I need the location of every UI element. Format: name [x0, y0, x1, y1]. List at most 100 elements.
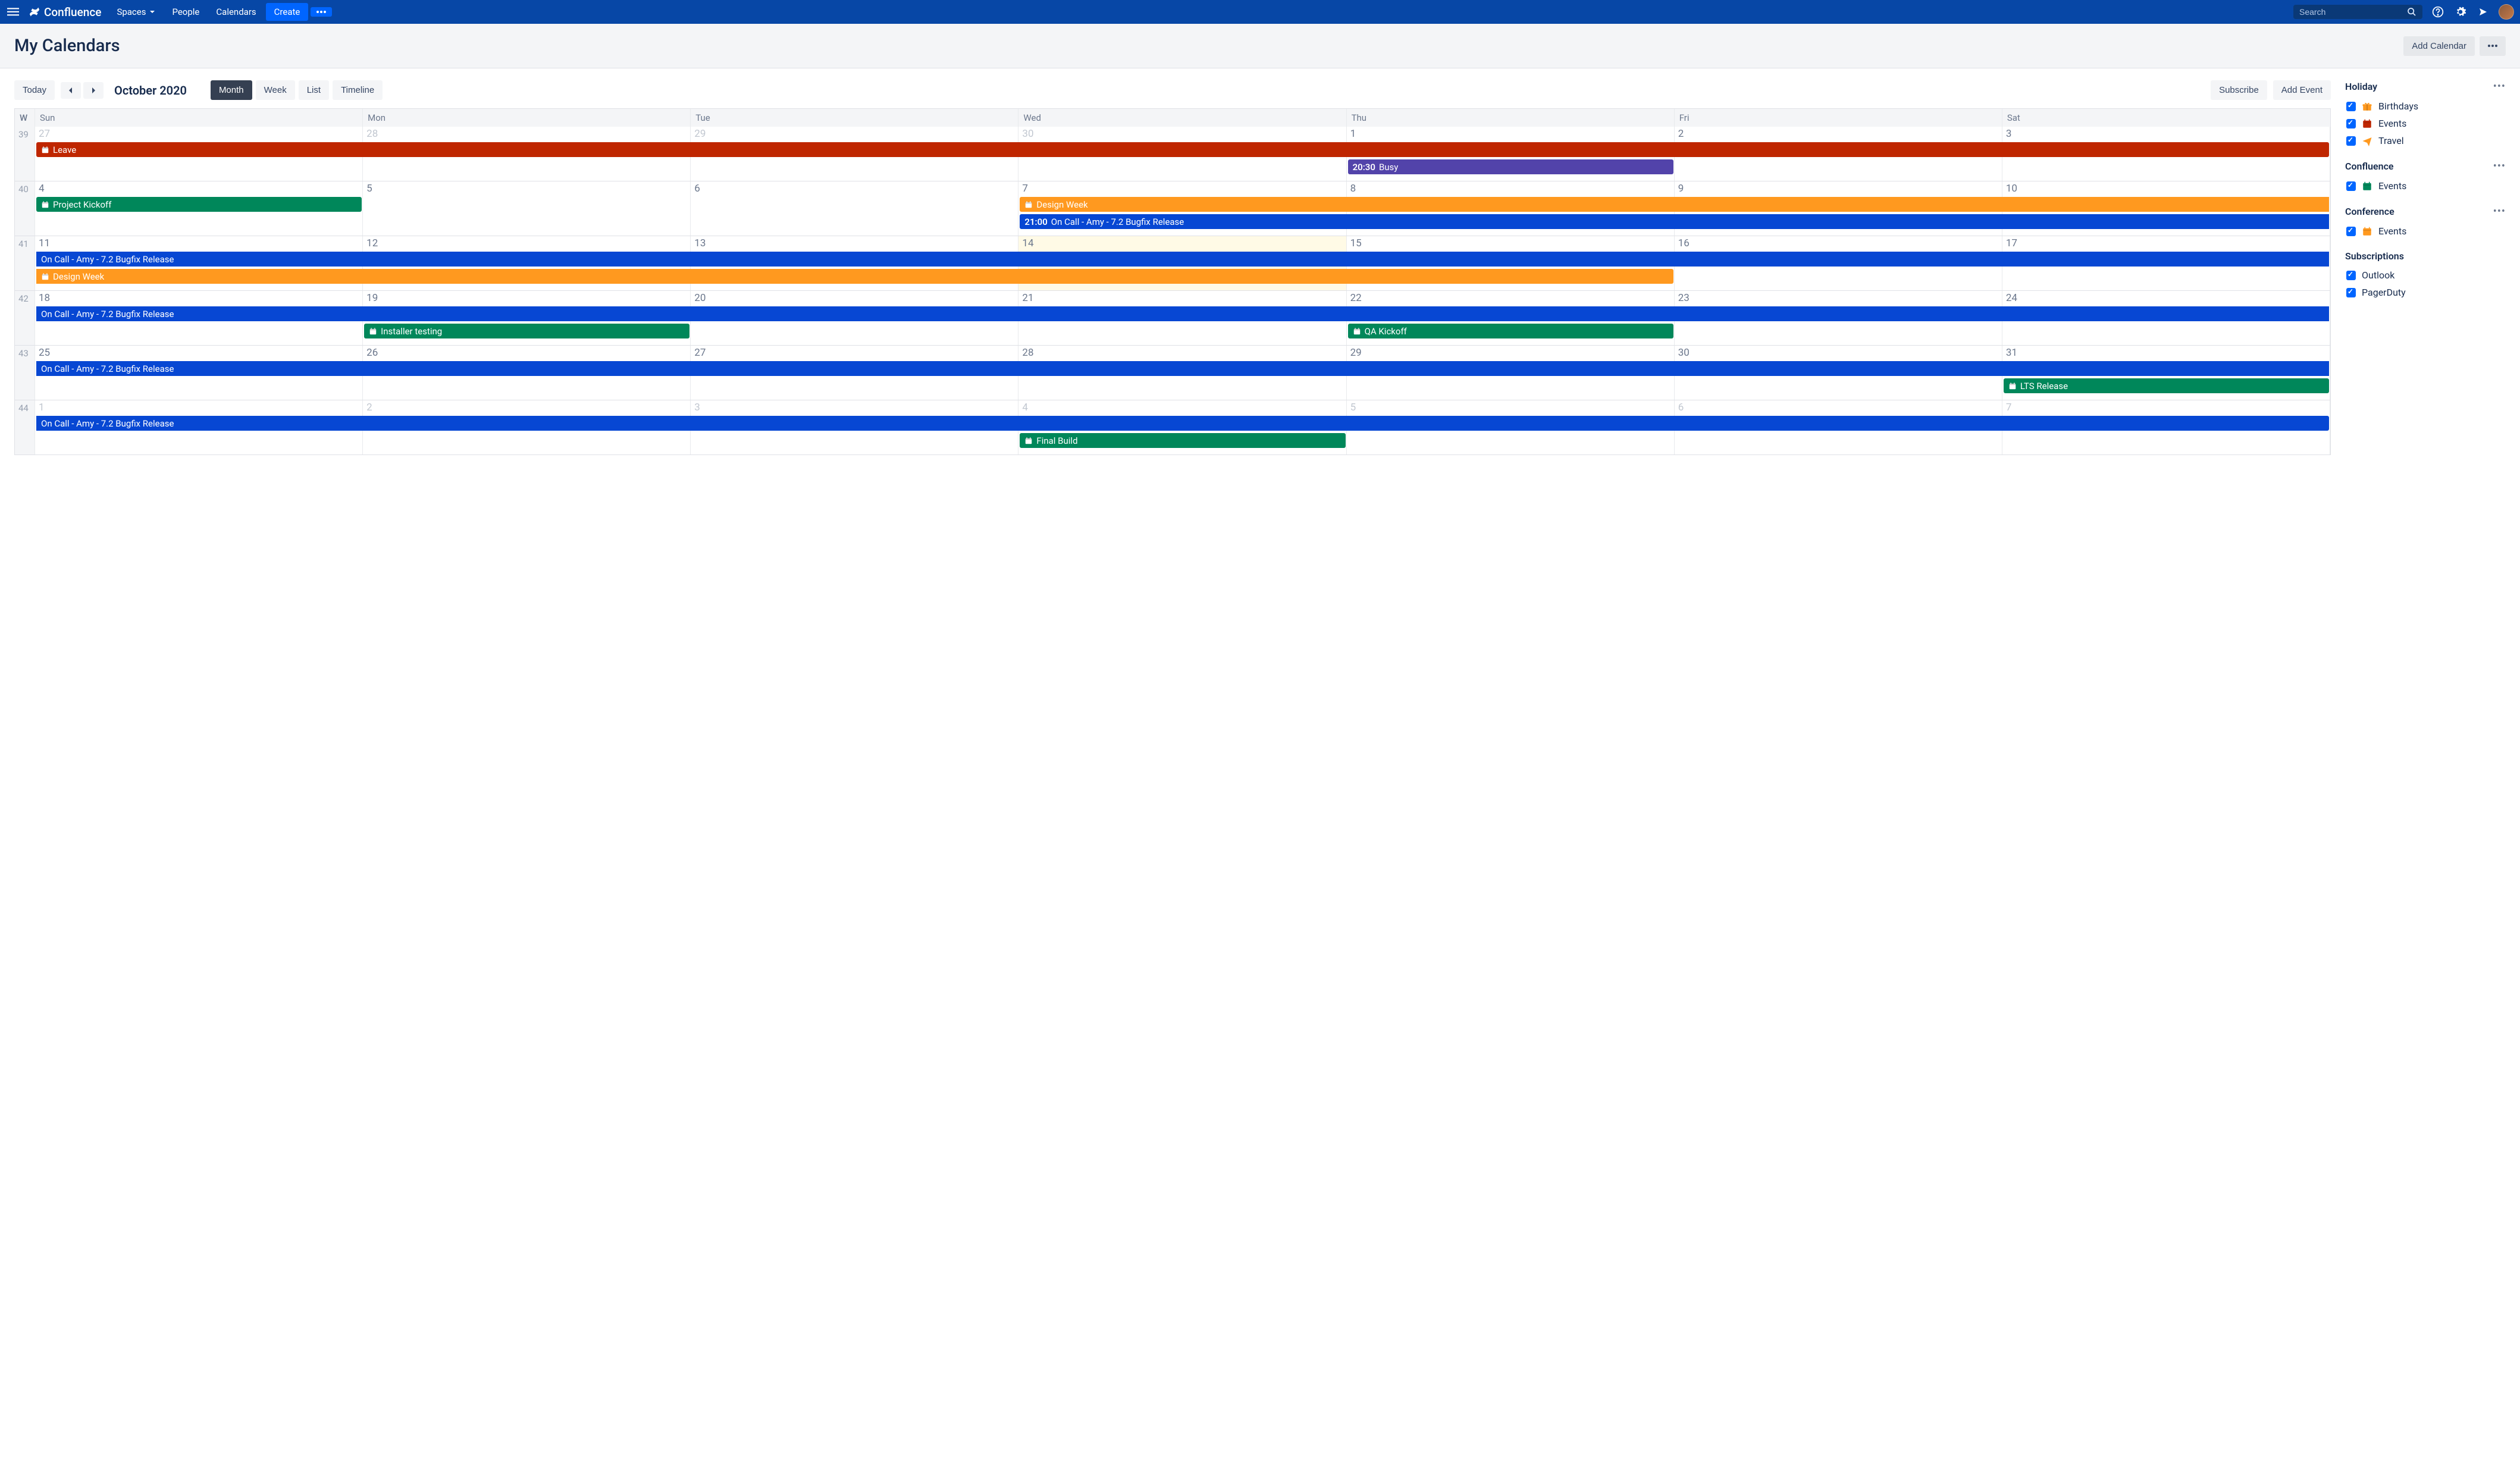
- sidebar-calendar-item[interactable]: Outlook: [2345, 267, 2506, 284]
- day-number: 11: [39, 239, 359, 249]
- calendar-icon: [2008, 382, 2017, 390]
- sidebar-section-title: Conference: [2345, 206, 2394, 217]
- sidebar-calendar-item[interactable]: Events: [2345, 115, 2506, 132]
- sidebar-section: Confluence••• Events: [2345, 160, 2506, 195]
- calendar-visibility-checkbox[interactable]: [2346, 288, 2356, 297]
- day-number: 9: [1678, 184, 1998, 194]
- calendar-label: Events: [2378, 118, 2406, 129]
- add-event-button[interactable]: Add Event: [2273, 80, 2331, 100]
- calendar-icon: [1353, 327, 1361, 336]
- sidebar-calendar-item[interactable]: Birthdays: [2345, 98, 2506, 115]
- view-list[interactable]: List: [299, 80, 329, 100]
- more-button[interactable]: [311, 7, 332, 17]
- plane-icon: [2362, 136, 2372, 146]
- view-week[interactable]: Week: [256, 80, 295, 100]
- prev-button[interactable]: [61, 82, 81, 99]
- calendar-event[interactable]: Leave: [36, 142, 2329, 157]
- nav-people[interactable]: People: [165, 3, 206, 21]
- next-button[interactable]: [83, 82, 104, 99]
- calendar-event[interactable]: LTS Release: [2004, 378, 2329, 393]
- notifications-icon[interactable]: [2476, 5, 2490, 19]
- day-number: 15: [1350, 239, 1670, 249]
- settings-icon[interactable]: [2453, 5, 2468, 19]
- calendar-event[interactable]: Project Kickoff: [36, 197, 362, 212]
- calendar-visibility-checkbox[interactable]: [2346, 271, 2356, 280]
- day-number: 23: [1678, 293, 1998, 303]
- today-button[interactable]: Today: [14, 80, 55, 100]
- calendar-event[interactable]: Final Build: [1020, 433, 1345, 448]
- calendar-event[interactable]: QA Kickoff: [1348, 324, 1673, 338]
- day-number: 29: [1350, 348, 1670, 358]
- calendar-event[interactable]: 20:30 Busy: [1348, 159, 1673, 174]
- sidebar-calendar-item[interactable]: PagerDuty: [2345, 284, 2506, 301]
- day-number: 28: [1022, 348, 1342, 358]
- day-number: 22: [1350, 293, 1670, 303]
- view-timeline[interactable]: Timeline: [333, 80, 383, 100]
- calendar-event[interactable]: 21:00 On Call - Amy - 7.2 Bugfix Release: [1020, 214, 2329, 229]
- day-number: 7: [2006, 403, 2326, 413]
- sidebar-calendar-item[interactable]: Travel: [2345, 132, 2506, 149]
- calendar-event[interactable]: On Call - Amy - 7.2 Bugfix Release: [36, 252, 2329, 267]
- calendar-visibility-checkbox[interactable]: [2346, 102, 2356, 111]
- brand-text: Confluence: [44, 5, 101, 19]
- confluence-logo[interactable]: Confluence: [23, 5, 107, 19]
- gift-icon: [2362, 101, 2372, 112]
- calendar-label: Events: [2378, 225, 2406, 237]
- week-number: 44: [15, 400, 35, 454]
- search-icon: [2407, 7, 2416, 17]
- day-number: 2: [1678, 129, 1998, 139]
- calendar-visibility-checkbox[interactable]: [2346, 136, 2356, 146]
- add-calendar-button[interactable]: Add Calendar: [2403, 36, 2475, 56]
- section-menu-button[interactable]: •••: [2493, 160, 2506, 173]
- day-header: Tue: [691, 109, 1018, 127]
- day-number: 12: [366, 239, 687, 249]
- calendar-event[interactable]: On Call - Amy - 7.2 Bugfix Release: [36, 416, 2329, 431]
- subscribe-button[interactable]: Subscribe: [2211, 80, 2267, 100]
- calendar-label: Outlook: [2362, 269, 2394, 281]
- header-more-button[interactable]: [2480, 36, 2506, 56]
- calendar-icon: [41, 146, 49, 154]
- day-cell[interactable]: 5: [363, 181, 691, 236]
- sidebar-section: Conference ••• Events: [2345, 205, 2506, 240]
- chevron-down-icon: [149, 9, 155, 15]
- calendar-toolbar: Today October 2020 Month Week List Timel…: [14, 80, 2331, 100]
- calendar-event[interactable]: On Call - Amy - 7.2 Bugfix Release: [36, 306, 2329, 321]
- user-avatar[interactable]: [2499, 4, 2514, 20]
- sidebar-calendar-item[interactable]: Events: [2345, 222, 2506, 240]
- sidebar-calendar-item[interactable]: Events: [2345, 177, 2506, 195]
- view-month[interactable]: Month: [211, 80, 252, 100]
- section-menu-button[interactable]: •••: [2493, 205, 2506, 218]
- calendar-visibility-checkbox[interactable]: [2346, 181, 2356, 191]
- day-cell[interactable]: 6: [691, 181, 1018, 236]
- calendar-event[interactable]: Design Week: [36, 269, 1673, 284]
- nav-calendars[interactable]: Calendars: [209, 3, 263, 21]
- calendar-event[interactable]: Installer testing: [364, 324, 689, 338]
- week-number: 41: [15, 236, 35, 290]
- day-number: 30: [1022, 129, 1342, 139]
- top-nav: Confluence Spaces People Calendars Creat…: [0, 0, 2520, 24]
- calendar-event[interactable]: On Call - Amy - 7.2 Bugfix Release: [36, 361, 2329, 376]
- nav-spaces[interactable]: Spaces: [109, 3, 162, 21]
- search-input[interactable]: [2299, 7, 2407, 17]
- week-number: 42: [15, 291, 35, 345]
- help-icon[interactable]: [2431, 5, 2445, 19]
- create-button[interactable]: Create: [266, 3, 309, 21]
- calendar-week-row: 441234567On Call - Amy - 7.2 Bugfix Rele…: [14, 400, 2331, 455]
- day-number: 3: [694, 403, 1014, 413]
- calendar-visibility-checkbox[interactable]: [2346, 227, 2356, 236]
- search-box[interactable]: [2293, 5, 2422, 19]
- day-number: 21: [1022, 293, 1342, 303]
- menu-icon[interactable]: [6, 5, 20, 19]
- calendar-week-row: 3927282930123Leave20:30 Busy: [14, 127, 2331, 181]
- current-month-label: October 2020: [114, 83, 187, 98]
- day-header: Sat: [2002, 109, 2330, 127]
- day-number: 7: [1022, 184, 1342, 194]
- calendar-visibility-checkbox[interactable]: [2346, 119, 2356, 128]
- section-menu-button[interactable]: •••: [2493, 80, 2506, 93]
- day-number: 3: [2006, 129, 2326, 139]
- day-number: 6: [1678, 403, 1998, 413]
- calendar-icon: [41, 200, 49, 209]
- day-number: 30: [1678, 348, 1998, 358]
- week-col-header: W: [15, 109, 35, 127]
- calendar-event[interactable]: Design Week: [1020, 197, 2329, 212]
